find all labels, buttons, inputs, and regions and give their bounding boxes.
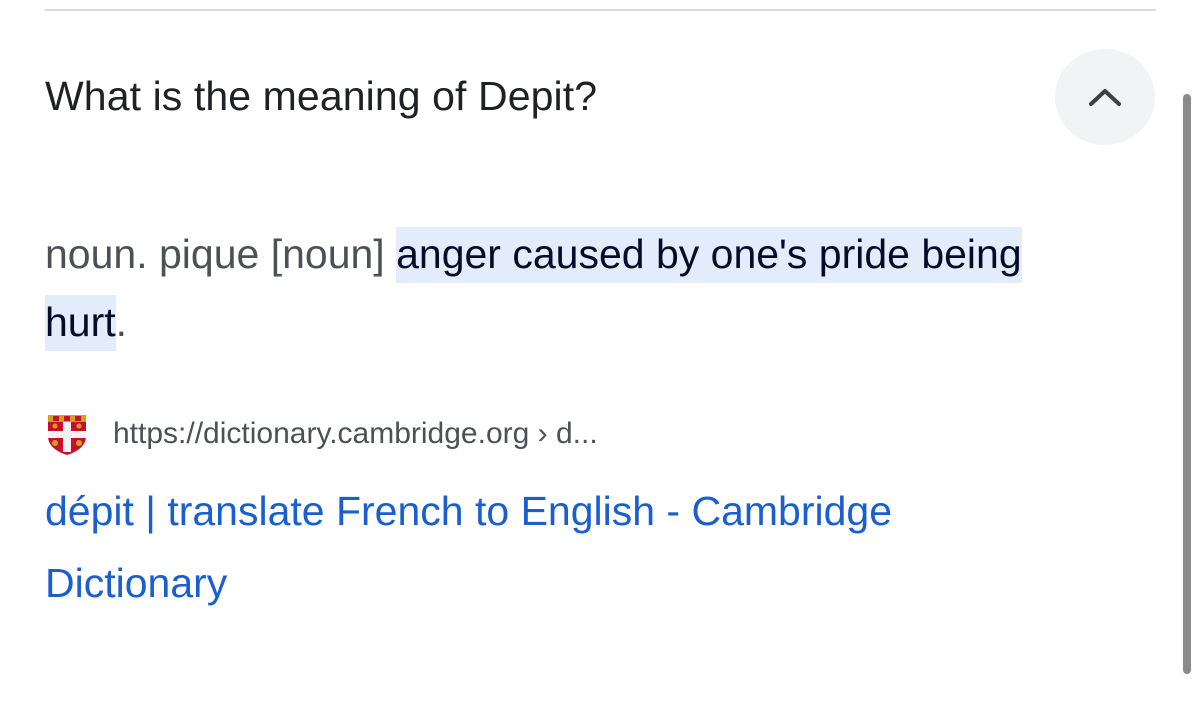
search-result-panel: What is the meaning of Depit? noun. piqu… (0, 0, 1200, 708)
answer-highlight-2: hurt (45, 295, 116, 351)
collapse-button[interactable] (1055, 49, 1155, 145)
chevron-up-icon (1088, 86, 1122, 108)
source-url[interactable]: https://dictionary.cambridge.org › d... (113, 412, 598, 456)
answer-prefix: noun. pique [noun] (45, 231, 397, 277)
source-row[interactable]: https://dictionary.cambridge.org › d... (45, 412, 598, 456)
answer-snippet: noun. pique [noun] anger caused by one's… (45, 220, 1155, 356)
answer-suffix: . (115, 299, 128, 345)
scrollbar[interactable] (1183, 94, 1191, 674)
result-title-link[interactable]: dépit | translate French to English - Ca… (45, 475, 1045, 619)
question-heading[interactable]: What is the meaning of Depit? (45, 70, 597, 122)
answer-highlight-1: anger caused by one's pride being (396, 227, 1022, 283)
divider (45, 9, 1156, 11)
cambridge-crest-icon (45, 412, 89, 456)
